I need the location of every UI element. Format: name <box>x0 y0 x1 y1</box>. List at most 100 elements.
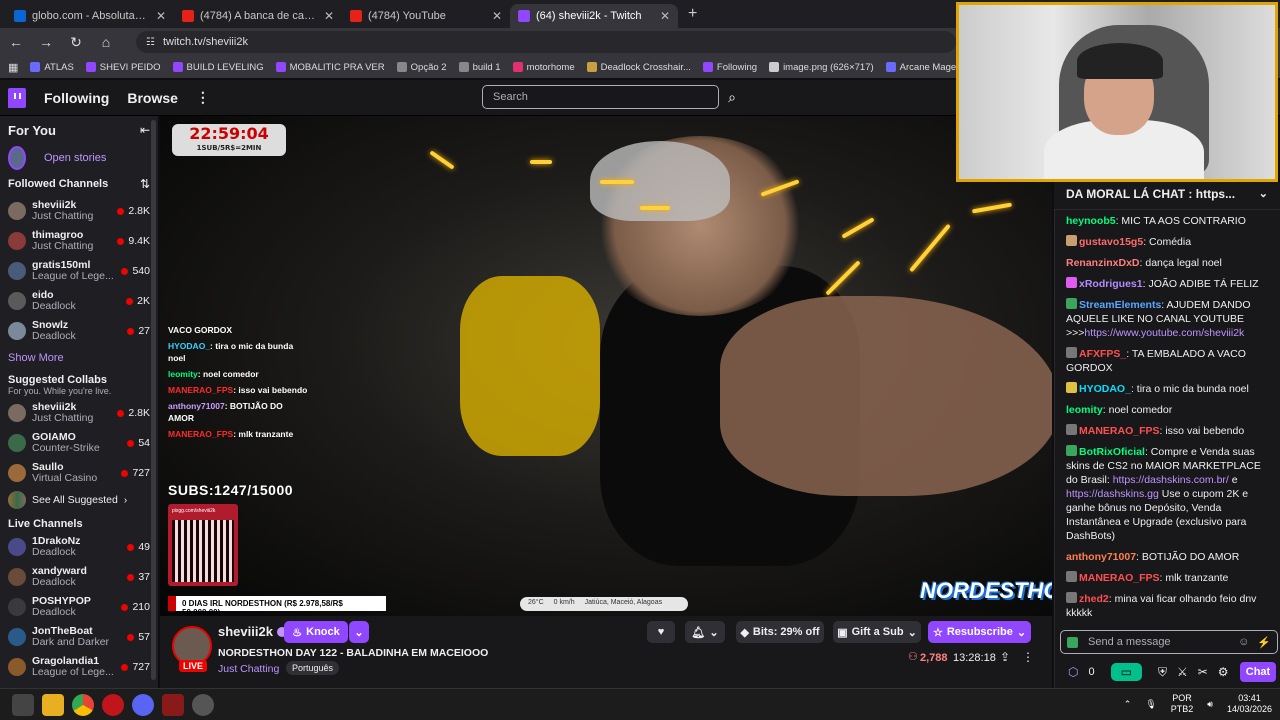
following-link[interactable]: Following <box>44 90 109 106</box>
chevron-up-icon[interactable]: ⌃ <box>1124 699 1132 710</box>
sidebar-channel[interactable]: GOIAMO Counter-Strike 54 <box>0 428 158 458</box>
opera-icon[interactable] <box>102 693 124 716</box>
chat-message[interactable]: StreamElements: AJUDEM DANDO AQUELE LIKE… <box>1066 298 1268 340</box>
knock-dropdown[interactable]: ⌄ <box>349 621 369 643</box>
chat-username[interactable]: HYODAO_ <box>1079 383 1131 395</box>
collapse-sidebar-icon[interactable]: ⇤ <box>140 123 150 137</box>
gift-sub-button[interactable]: ▣ Gift a Sub ⌄ <box>833 621 921 643</box>
forward-icon[interactable]: → <box>38 34 54 50</box>
reload-icon[interactable]: ↻ <box>68 34 84 51</box>
bookmark-item[interactable]: SHEVI PEIDO <box>85 62 161 73</box>
close-icon[interactable]: ✕ <box>324 9 334 23</box>
chrome-icon[interactable] <box>72 693 94 716</box>
sidebar-channel[interactable]: gratis150ml League of Lege... 540 <box>0 256 158 286</box>
new-tab-button[interactable]: + <box>688 5 697 23</box>
mic-icon[interactable]: 🎙︎ <box>1145 699 1156 710</box>
site-info-icon[interactable]: ☷ <box>146 37 155 48</box>
apps-icon[interactable]: ▦ <box>8 61 18 74</box>
chat-message[interactable]: xRodrigues1: JOÃO ADIBE TÁ FELIZ <box>1066 277 1268 291</box>
chat-message[interactable]: BotRixOficial: Compre e Venda suas skins… <box>1066 445 1268 543</box>
close-icon[interactable]: ✕ <box>660 9 670 23</box>
sidebar-channel[interactable]: Gragolandia1 League of Lege... 727 <box>0 652 158 682</box>
home-icon[interactable]: ⌂ <box>98 34 114 50</box>
chat-send-button[interactable]: Chat <box>1240 662 1276 682</box>
bookmark-item[interactable]: build 1 <box>458 62 501 73</box>
sidebar-scrollbar[interactable] <box>151 120 156 680</box>
chat-message[interactable]: heynoob5: MIC TA AOS CONTRARIO <box>1066 214 1268 228</box>
language-indicator[interactable]: POR PTB2 <box>1171 693 1194 715</box>
twitch-logo-icon[interactable] <box>8 87 26 108</box>
predictions-button[interactable]: ▭ <box>1110 663 1142 681</box>
chat-username[interactable]: zhed2 <box>1079 593 1109 605</box>
show-more-link[interactable]: Show More <box>8 352 64 364</box>
chat-message[interactable]: leomity: noel comedor <box>1066 403 1268 417</box>
sidebar-channel[interactable]: 1DrakoNz Deadlock 49 <box>0 532 158 562</box>
clock[interactable]: 03:41 14/03/2026 <box>1227 693 1272 715</box>
pinned-message[interactable]: DA MORAL LÁ CHAT : https... ⌄ <box>1054 182 1280 210</box>
chat-link[interactable]: https://dashskins.com.br/ <box>1113 474 1229 486</box>
shortcut-icon[interactable]: ⚡ <box>1257 636 1271 649</box>
chat-message[interactable]: AFXFPS_: TA EMBALADO A VACO GORDOX <box>1066 347 1268 375</box>
sidebar-channel[interactable]: Saullo Virtual Casino 727 <box>0 458 158 488</box>
shield-icon[interactable]: ⛨ <box>1158 665 1167 680</box>
chat-username[interactable]: anthony71007 <box>1066 551 1136 563</box>
bits-button[interactable]: ◆ Bits: 29% off <box>736 621 824 643</box>
chat-message[interactable]: MANERAO_FPS: isso vai bebendo <box>1066 424 1268 438</box>
close-icon[interactable]: ✕ <box>492 9 502 23</box>
chat-username[interactable]: MANERAO_FPS <box>1079 425 1160 437</box>
video-player[interactable]: 22:59:04 1SUB/5R$=2MIN VACO GORDOX HYODAO… <box>160 116 1052 616</box>
bookmark-item[interactable]: Deadlock Crosshair... <box>586 62 691 73</box>
chat-message[interactable]: zhed2: mina vai ficar olhando feio dnv k… <box>1066 592 1268 620</box>
chat-message[interactable]: gustavo15g5: Comédia <box>1066 235 1268 249</box>
tools-icon[interactable]: ✂ <box>1198 665 1208 679</box>
chat-username[interactable]: leomity <box>1066 404 1103 416</box>
share-icon[interactable]: ⇪ <box>1000 650 1010 664</box>
browser-tab[interactable]: (64) sheviii2k - Twitch ✕ <box>510 4 678 28</box>
sidebar-channel[interactable]: eido Deadlock 2K <box>0 286 158 316</box>
notifications-button[interactable]: 🔔︎ ⌄ <box>685 621 725 643</box>
resubscribe-button[interactable]: ☆ Resubscribe ⌄ <box>928 621 1031 643</box>
chat-username[interactable]: AFXFPS_ <box>1079 348 1126 360</box>
search-icon[interactable]: ⌕ <box>722 85 742 109</box>
language-tag[interactable]: Português <box>286 661 340 675</box>
sidebar-channel[interactable]: JonTheBoat Dark and Darker 57 <box>0 622 158 652</box>
back-icon[interactable]: ← <box>8 34 24 50</box>
steam-icon[interactable] <box>192 693 214 716</box>
chat-message[interactable]: RenanzinxDxD: dança legal noel <box>1066 256 1268 270</box>
close-icon[interactable]: ✕ <box>156 9 166 23</box>
app-icon[interactable] <box>162 693 184 716</box>
channel-points-icon[interactable]: ⬡ <box>1068 665 1078 679</box>
stream-category[interactable]: Just Chatting <box>218 663 279 675</box>
sort-icon[interactable]: ⇅ <box>140 177 150 191</box>
chat-message[interactable]: MANERAO_FPS: mlk tranzante <box>1066 571 1268 585</box>
bookmark-item[interactable]: MOBALITIC PRA VER <box>275 62 385 73</box>
browser-tab[interactable]: (4784) YouTube ✕ <box>342 4 510 28</box>
follow-heart-button[interactable]: ♥ <box>647 621 675 643</box>
bookmark-item[interactable]: Opção 2 <box>396 62 447 73</box>
discord-icon[interactable] <box>132 693 154 716</box>
chat-username[interactable]: MANERAO_FPS <box>1079 572 1160 584</box>
chevron-down-icon[interactable]: ⌄ <box>1259 187 1268 200</box>
browse-link[interactable]: Browse <box>127 90 178 106</box>
chat-username[interactable]: xRodrigues1 <box>1079 278 1143 290</box>
sidebar-channel[interactable]: thimagroo Just Chatting 9.4K <box>0 226 158 256</box>
chat-username[interactable]: heynoob5 <box>1066 215 1116 227</box>
open-stories-row[interactable]: Open stories <box>0 144 158 172</box>
volume-icon[interactable]: 🔊︎ <box>1207 699 1213 710</box>
browser-tab[interactable]: globo.com - Absolutamente tudo ✕ <box>6 4 174 28</box>
open-stories-link[interactable]: Open stories <box>44 152 106 164</box>
sidebar-channel[interactable]: sheviii2k Just Chatting 2.8K <box>0 398 158 428</box>
search-input[interactable]: Search <box>482 85 719 109</box>
chat-link[interactable]: https://dashskins.gg <box>1066 488 1159 500</box>
chat-input[interactable]: Send a message ☺ ⚡ <box>1060 630 1278 654</box>
chat-message[interactable]: anthony71007: BOTIJÃO DO AMOR <box>1066 550 1268 564</box>
bookmark-item[interactable]: ATLAS <box>30 62 74 73</box>
chat-username[interactable]: gustavo15g5 <box>1079 236 1143 248</box>
url-field[interactable]: ☷ twitch.tv/sheviii2k <box>136 31 956 53</box>
bookmark-item[interactable]: BUILD LEVELING <box>172 62 264 73</box>
sidebar-channel[interactable]: Snowlz Deadlock 27 <box>0 316 158 346</box>
more-options-icon[interactable]: ⋮ <box>1022 650 1034 664</box>
streamer-name[interactable]: sheviii2k <box>218 624 273 639</box>
sidebar-channel[interactable]: xandyward Deadlock 37 <box>0 562 158 592</box>
bookmark-item[interactable]: Following <box>702 62 757 73</box>
